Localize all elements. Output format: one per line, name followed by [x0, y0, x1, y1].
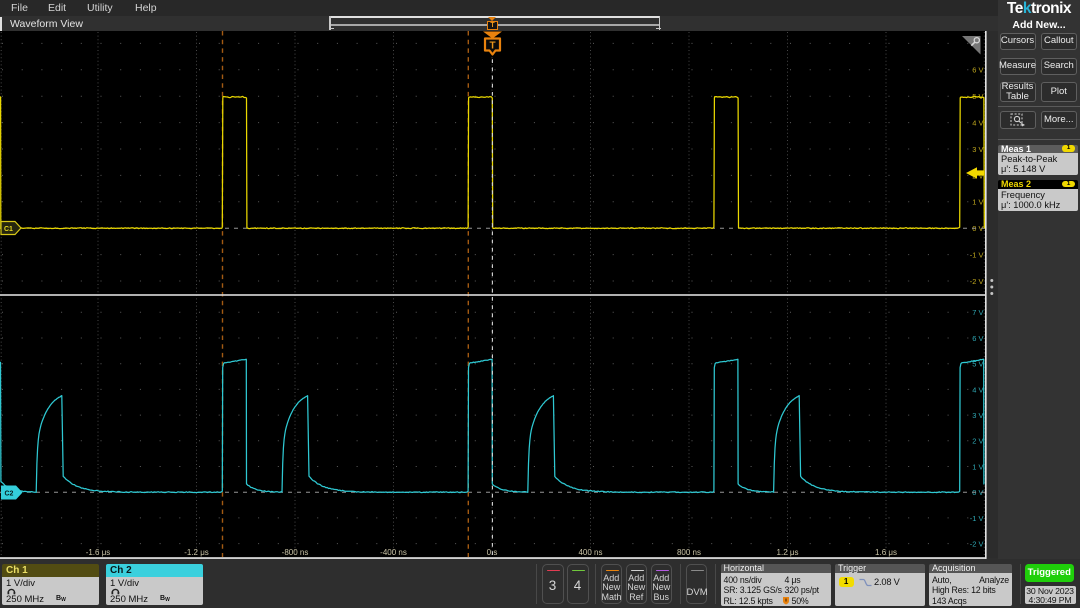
svg-text:2 V: 2 V — [972, 437, 983, 446]
svg-text:3 V: 3 V — [972, 411, 983, 420]
svg-text:4 V: 4 V — [972, 119, 983, 128]
svg-text:7 V: 7 V — [972, 308, 983, 317]
svg-text:800 ns: 800 ns — [677, 548, 701, 557]
svg-text:1.6 μs: 1.6 μs — [875, 548, 897, 557]
svg-text:-1 V: -1 V — [970, 514, 984, 523]
svg-text:-1 V: -1 V — [970, 251, 984, 260]
svg-text:T: T — [489, 41, 495, 52]
svg-text:-1.6 μs: -1.6 μs — [86, 548, 111, 557]
svg-text:1.2 μs: 1.2 μs — [777, 548, 799, 557]
svg-text:-1.2 μs: -1.2 μs — [184, 548, 209, 557]
svg-text:6 V: 6 V — [972, 66, 983, 75]
svg-text:C1: C1 — [4, 226, 13, 233]
svg-text:3 V: 3 V — [972, 145, 983, 154]
svg-text:-800 ns: -800 ns — [282, 548, 309, 557]
svg-text:400 ns: 400 ns — [578, 548, 602, 557]
svg-text:6 V: 6 V — [972, 334, 983, 343]
svg-text:1 V: 1 V — [972, 198, 983, 207]
svg-text:-400 ns: -400 ns — [380, 548, 407, 557]
svg-text:4 V: 4 V — [972, 385, 983, 394]
svg-text:C2: C2 — [5, 491, 14, 498]
svg-text:1 V: 1 V — [972, 462, 983, 471]
svg-text:-2 V: -2 V — [970, 540, 984, 549]
svg-text:-2 V: -2 V — [970, 277, 984, 286]
